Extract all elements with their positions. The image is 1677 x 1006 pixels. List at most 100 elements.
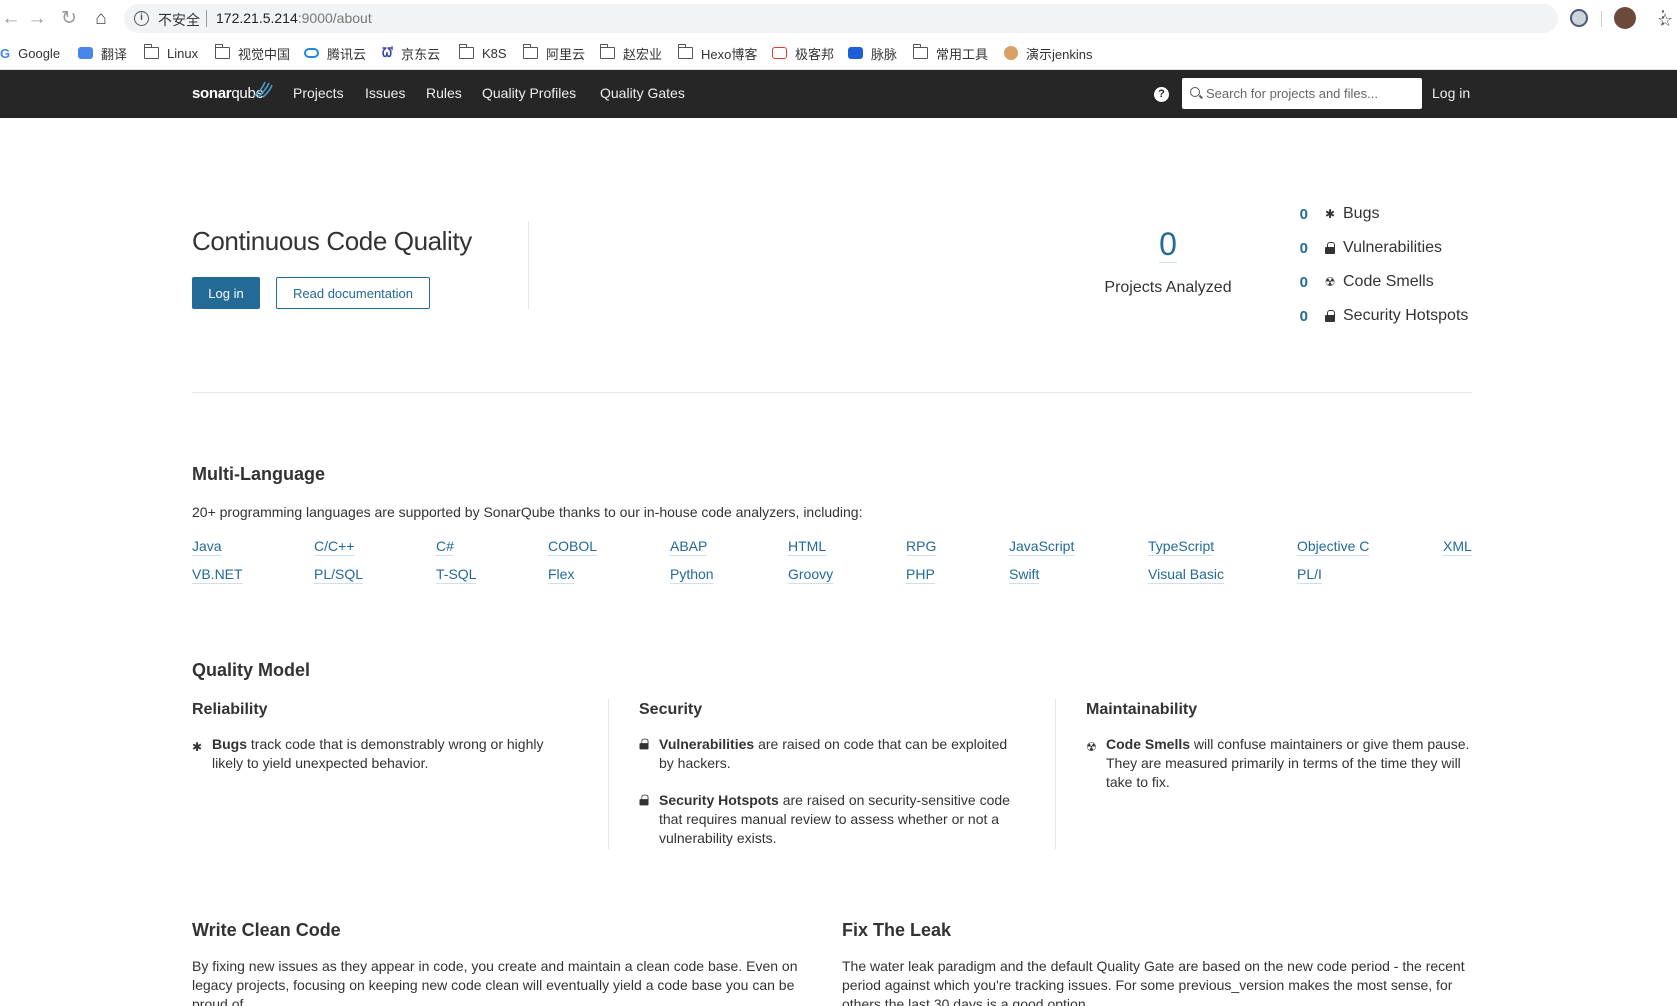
bookmark-label: 赵宏业 [623,46,663,62]
language-link[interactable]: PL/SQL [314,566,364,584]
language-link[interactable]: Objective C [1297,538,1370,556]
back-icon[interactable]: ← [0,8,22,30]
nav-login-link[interactable]: Log in [1432,85,1470,101]
fix-the-leak-text: The water leak paradigm and the default … [842,958,1465,1006]
radiation-icon: ☢ [1086,740,1097,754]
language-link[interactable]: ABAP [670,538,708,556]
profile-avatar[interactable] [1614,7,1636,29]
search-input[interactable] [1206,78,1416,109]
security-hotspots-label: Security Hotspots [1343,307,1469,324]
nav-quality-gates[interactable]: Quality Gates [600,85,685,101]
nav-rules[interactable]: Rules [426,85,462,101]
language-link[interactable]: PHP [906,566,935,584]
multi-language-title: Multi-Language [192,464,325,484]
language-link[interactable]: T-SQL [436,566,477,584]
url-separator [206,10,207,27]
bookmark-zhy[interactable]: 赵宏业 [599,43,663,63]
bookmark-tools[interactable]: 常用工具 [912,43,988,63]
url-insecure-label: 不安全 [158,12,200,28]
language-link[interactable]: Swift [1009,566,1040,584]
stat-security-hotspots: 0 Security Hotspots [1290,305,1469,327]
nav-projects[interactable]: Projects [293,85,344,101]
language-link[interactable]: Visual Basic [1148,566,1225,584]
language-link[interactable]: COBOL [548,538,598,556]
info-icon[interactable]: i [134,11,149,26]
login-button[interactable]: Log in [192,277,260,309]
security-title: Security [639,701,703,718]
maintainability-title: Maintainability [1086,701,1198,718]
url-text[interactable]: 172.21.5.214:9000/about [216,10,372,26]
kebab-menu-icon[interactable]: ⋮ [1654,6,1672,28]
browser-toolbar: ← → ↻ ⌂ i 不安全 172.21.5.214:9000/about ☆ … [0,0,1677,38]
bookmark-maimai[interactable]: 脉脉 [848,43,897,63]
language-link[interactable]: JavaScript [1009,538,1075,556]
bookmark-translate[interactable]: 翻译 [78,43,127,63]
language-link[interactable]: Java [192,538,222,556]
lock-icon [1323,309,1337,323]
bookmark-hexo[interactable]: Hexo博客 [677,43,758,63]
language-link[interactable]: XML [1443,538,1472,556]
folder-icon [458,44,474,59]
bookmark-label: 腾讯云 [327,46,367,62]
url-bar[interactable]: i 不安全 172.21.5.214:9000/about ☆ [124,4,1673,33]
bookmark-linux[interactable]: Linux [143,43,199,63]
nav-quality-profiles[interactable]: Quality Profiles [482,85,576,101]
bookmark-label: 阿里云 [546,46,586,62]
home-icon[interactable]: ⌂ [90,8,112,30]
hero-divider [528,221,529,309]
bookmark-jd-cloud[interactable]: ᘺ 京东云 [382,43,440,63]
reload-icon[interactable]: ↻ [58,8,80,30]
language-link[interactable]: Python [670,566,714,584]
bookmark-jenkins[interactable]: 演示jenkins [1004,43,1092,63]
reliability-description: Bugs track code that is demonstrably wro… [212,735,572,773]
stat-code-smells: 0 ☢ Code Smells [1290,271,1434,293]
column-divider [608,699,609,849]
write-clean-code-text: By fixing new issues as they appear in c… [192,958,798,1006]
maimai-icon [848,47,863,59]
jenkins-icon [1004,46,1018,60]
read-documentation-button[interactable]: Read documentation [276,277,430,309]
bookmark-label: 演示jenkins [1026,46,1093,62]
bookmark-label: 极客邦 [795,46,835,62]
bookmark-label: 脉脉 [871,46,898,62]
vulnerabilities-term: Vulnerabilities [659,736,755,752]
bug-icon: ✱ [192,740,203,754]
search-box[interactable] [1182,78,1422,109]
lock-icon [1323,241,1337,255]
bookmark-label: Hexo博客 [701,46,758,62]
bookmark-k8s[interactable]: K8S [458,43,507,63]
projects-analyzed-count[interactable]: 0 [1068,226,1268,263]
language-link[interactable]: Flex [548,566,575,584]
vulnerabilities-description: Vulnerabilities are raised on code that … [659,735,1019,773]
bugs-count[interactable]: 0 [1290,206,1308,223]
security-hotspots-count[interactable]: 0 [1290,308,1308,325]
code-smells-count[interactable]: 0 [1290,274,1308,291]
bookmark-aliyun[interactable]: 阿里云 [522,43,586,63]
reliability-bugs-item: ✱ Bugs track code that is demonstrably w… [192,735,572,773]
bookmark-vcg[interactable]: 视觉中国 [214,43,290,63]
column-divider [1055,699,1056,849]
projects-count-value[interactable]: 0 [1159,226,1177,263]
language-link[interactable]: PL/I [1297,566,1322,584]
bug-icon: ✱ [1324,207,1336,221]
language-link[interactable]: VB.NET [192,566,243,584]
language-link[interactable]: TypeScript [1148,538,1215,556]
hotspots-description: Security Hotspots are raised on security… [659,791,1019,848]
language-link[interactable]: Groovy [788,566,834,584]
language-link[interactable]: C/C++ [314,538,355,556]
language-link[interactable]: HTML [788,538,827,556]
extension-icon[interactable] [1570,9,1588,27]
vulnerabilities-count[interactable]: 0 [1290,240,1308,257]
bookmark-google[interactable]: G Google [0,43,60,63]
nav-issues[interactable]: Issues [365,85,405,101]
language-link[interactable]: RPG [906,538,937,556]
bookmark-label: Linux [167,45,199,61]
bookmark-tencent-cloud[interactable]: 腾讯云 [304,43,366,63]
bookmark-geekbang[interactable]: 极客邦 [772,43,834,63]
fix-the-leak-title: Fix The Leak [842,920,952,940]
forward-icon[interactable]: → [26,8,48,30]
folder-icon [522,44,538,59]
help-icon[interactable]: ? [1154,87,1169,102]
quality-model-title: Quality Model [192,660,311,680]
language-link[interactable]: C# [436,538,454,556]
